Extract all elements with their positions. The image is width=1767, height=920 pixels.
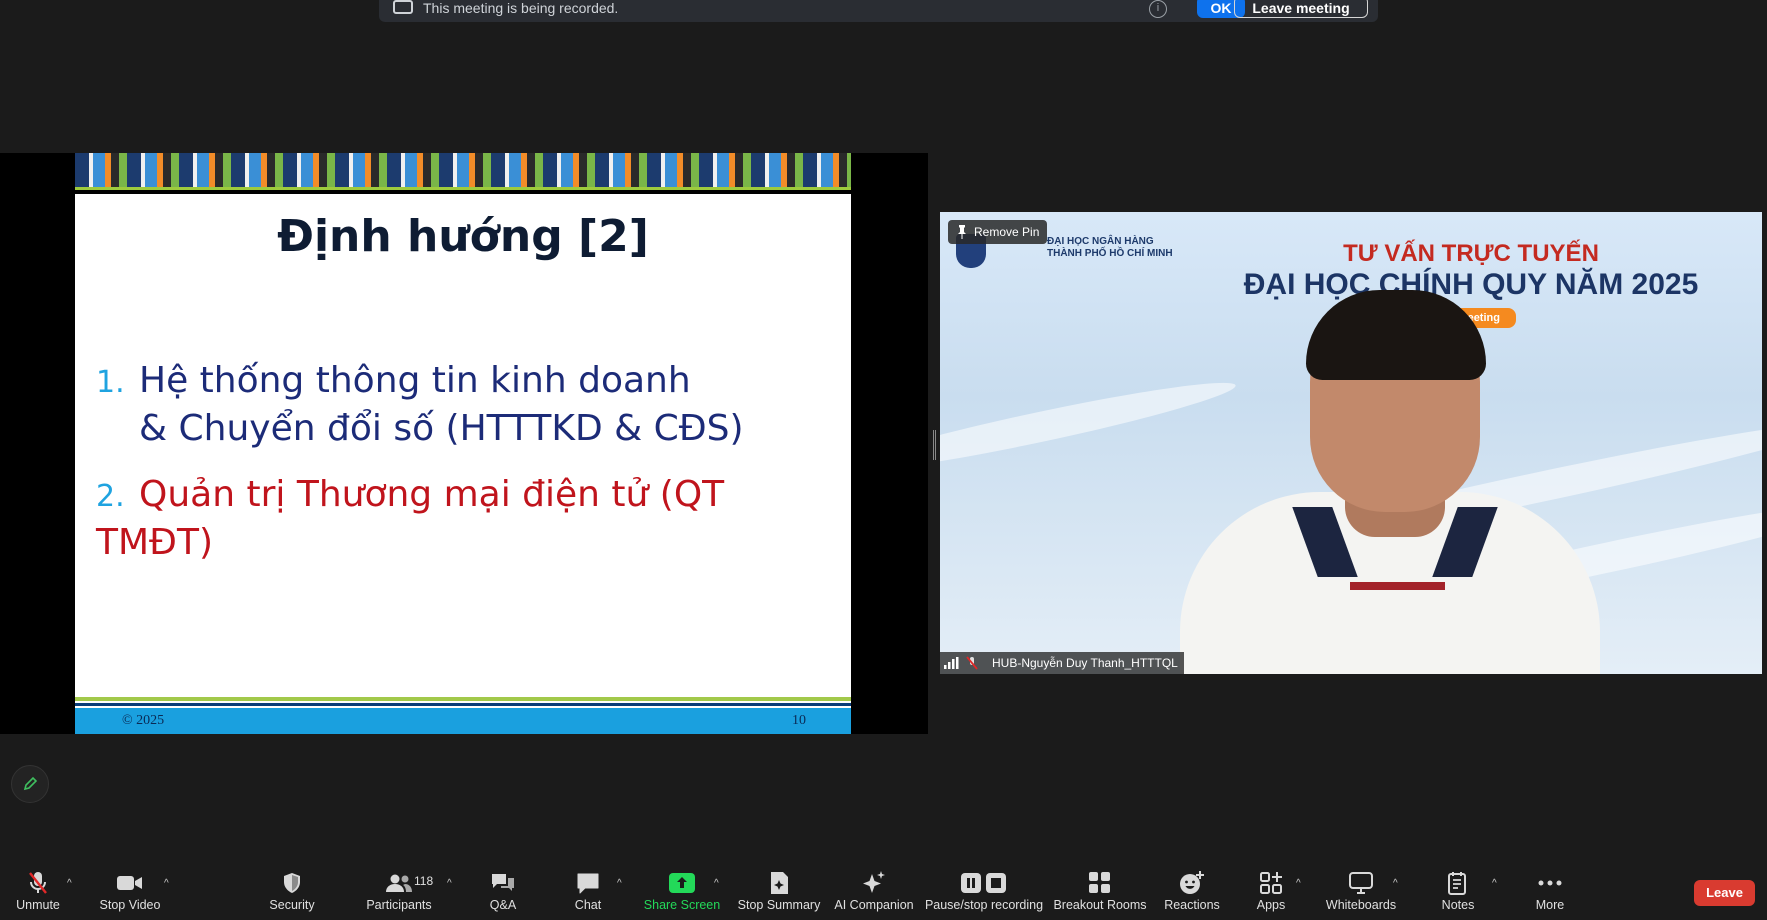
stop-summary-button[interactable]: Stop Summary <box>736 858 822 920</box>
ai-companion-button[interactable]: AI Companion <box>832 858 916 920</box>
breakout-grid-icon <box>1089 872 1110 893</box>
list-item-text: Hệ thống thông tin kinh doanh <box>139 360 691 401</box>
speaker-video <box>1140 290 1620 674</box>
pin-icon <box>958 225 966 239</box>
chat-icon <box>577 873 599 894</box>
info-icon[interactable]: i <box>1149 0 1167 18</box>
slide-page-number: 10 <box>792 713 806 728</box>
emoji-plus-icon <box>1180 871 1204 894</box>
leave-meeting-button[interactable]: Leave meeting <box>1234 0 1368 18</box>
mic-muted-icon <box>29 872 47 894</box>
presentation-slide: Định hướng [2] 1. Hệ thống thông tin kinh… <box>75 153 851 734</box>
apps-options-caret[interactable]: ^ <box>1296 878 1301 889</box>
video-camera-icon <box>117 876 142 890</box>
participant-count: 118 <box>414 874 434 888</box>
qa-button[interactable]: Q&A <box>483 858 523 920</box>
participants-button[interactable]: Participants <box>364 858 434 920</box>
recording-message: This meeting is being recorded. <box>423 0 619 16</box>
slide-icon-banner <box>75 153 851 187</box>
share-screen-button[interactable]: Share Screen <box>644 858 720 920</box>
recording-banner: This meeting is being recorded. i OK Lea… <box>379 0 1378 22</box>
slide-list-item: 1. Hệ thống thông tin kinh doanh & Chuyển… <box>96 358 744 452</box>
participant-video-tile[interactable]: ĐẠI HỌC NGÂN HÀNG THÀNH PHỐ HỒ CHÍ MINH … <box>940 212 1762 674</box>
mic-muted-icon <box>966 656 978 670</box>
whiteboard-icon <box>1349 872 1373 894</box>
audio-options-caret[interactable]: ^ <box>67 878 72 889</box>
ai-sparkle-icon <box>863 871 885 893</box>
signal-strength-icon <box>944 657 959 669</box>
apps-icon <box>1260 872 1282 894</box>
pause-stop-icon <box>961 873 1006 893</box>
whiteboards-button[interactable]: Whiteboards <box>1323 858 1399 920</box>
more-dots-icon <box>1538 880 1562 886</box>
chat-button[interactable]: Chat <box>568 858 608 920</box>
backdrop-headline: TƯ VẤN TRỰC TUYẾN <box>1343 240 1599 267</box>
participant-name: HUB-Nguyễn Duy Thanh_HTTTQL <box>992 656 1178 670</box>
breakout-rooms-button[interactable]: Breakout Rooms <box>1053 858 1147 920</box>
reactions-button[interactable]: Reactions <box>1162 858 1222 920</box>
qa-icon <box>492 874 514 891</box>
security-button[interactable]: Security <box>262 858 322 920</box>
share-screen-icon <box>669 873 695 893</box>
whiteboards-options-caret[interactable]: ^ <box>1393 878 1398 889</box>
annotate-button[interactable] <box>11 765 49 803</box>
list-number: 2. <box>96 479 125 514</box>
pause-stop-recording-button[interactable]: Pause/stop recording <box>925 858 1043 920</box>
slide-copyright: © 2025 <box>122 713 165 728</box>
stop-video-button[interactable]: Stop Video <box>96 858 164 920</box>
meeting-toolbar: Unmute ^ Stop Video ^ Security Participa… <box>0 858 1767 920</box>
list-item-text-continued: & Chuyển đổi số (HTTTKD & CĐS) <box>139 408 744 449</box>
summary-icon <box>771 872 788 894</box>
slide-list-item: 2. Quản trị Thương mại điện tử (QT TMĐT) <box>96 472 851 566</box>
participants-options-caret[interactable]: ^ <box>447 878 452 889</box>
video-options-caret[interactable]: ^ <box>164 878 169 889</box>
notes-options-caret[interactable]: ^ <box>1492 878 1497 889</box>
slide-footer: © 2025 10 <box>75 708 851 734</box>
share-options-caret[interactable]: ^ <box>714 878 719 889</box>
chat-options-caret[interactable]: ^ <box>617 878 622 889</box>
notes-button[interactable]: Notes <box>1437 858 1479 920</box>
pencil-icon <box>23 776 38 791</box>
unmute-button[interactable]: Unmute <box>6 858 70 920</box>
shield-icon <box>284 873 300 893</box>
list-item-text: Quản trị Thương mại điện tử (QT TMĐT) <box>96 474 725 563</box>
more-button[interactable]: More <box>1530 858 1570 920</box>
split-view-handle[interactable] <box>933 430 936 460</box>
slide-title: Định hướng [2] <box>277 211 649 262</box>
leave-button[interactable]: Leave <box>1694 880 1755 906</box>
participant-name-tag: HUB-Nguyễn Duy Thanh_HTTTQL <box>940 652 1184 674</box>
remove-pin-button[interactable]: Remove Pin <box>948 220 1048 244</box>
participants-icon <box>386 874 412 892</box>
apps-button[interactable]: Apps <box>1256 858 1286 920</box>
shared-screen: Định hướng [2] 1. Hệ thống thông tin kinh… <box>0 153 928 734</box>
notes-icon <box>1448 872 1466 895</box>
list-number: 1. <box>96 365 125 400</box>
recording-icon <box>393 0 413 14</box>
